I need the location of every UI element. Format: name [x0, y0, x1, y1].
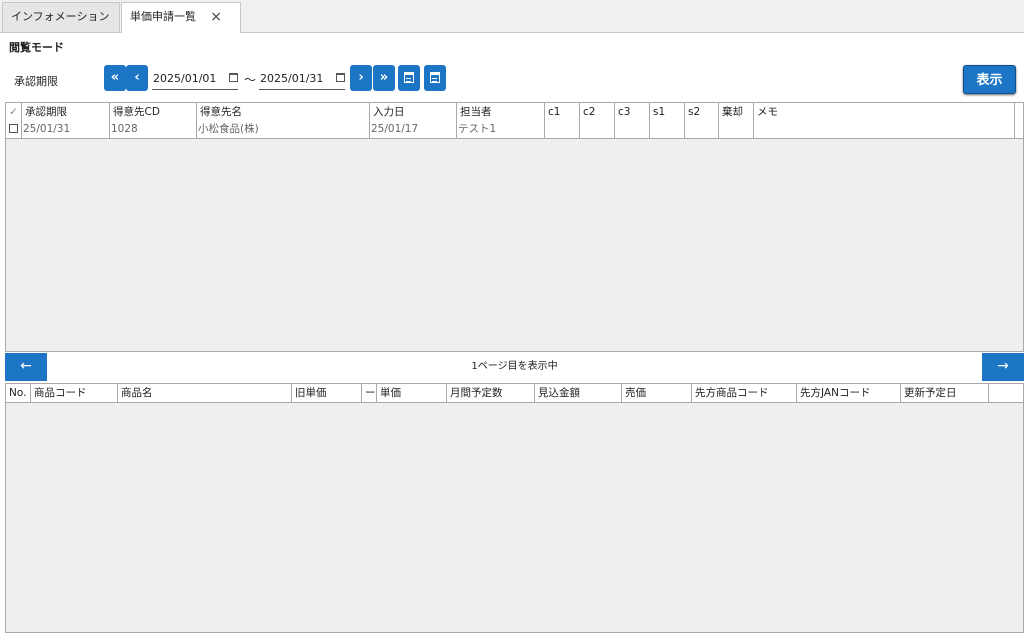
- col-partner-product-code[interactable]: 先方商品コード: [692, 384, 797, 402]
- last-period-button[interactable]: »: [373, 65, 395, 91]
- col-update-date[interactable]: 更新予定日: [901, 384, 989, 402]
- col-staff[interactable]: 担当者: [457, 103, 545, 121]
- to-date-value: 2025/01/31: [260, 72, 324, 85]
- col-c2[interactable]: c2: [580, 103, 615, 121]
- calendar-icon: [430, 72, 440, 83]
- tab-price-requests-label: 単価申請一覧: [130, 10, 196, 23]
- range-separator: ～: [244, 73, 257, 87]
- cell-input-date: 25/01/17: [370, 121, 457, 138]
- calendar-month-button[interactable]: [398, 65, 420, 91]
- page-status: 1ページ目を表示中: [471, 361, 558, 372]
- from-date-field[interactable]: 2025/01/01: [152, 72, 238, 90]
- cell-c3[interactable]: [615, 121, 650, 138]
- from-date-value: 2025/01/01: [153, 72, 217, 85]
- product-grid: No. 商品コード 商品名 旧単価 ー 単価 月間予定数 見込金額 売価 先方商…: [5, 383, 1024, 633]
- calendar-icon[interactable]: [229, 73, 238, 82]
- prev-page-button[interactable]: ←: [5, 353, 47, 381]
- cell-approval-deadline: 25/01/31: [22, 121, 110, 138]
- calendar-day-button[interactable]: [424, 65, 446, 91]
- col-s2[interactable]: s2: [685, 103, 719, 121]
- col-no[interactable]: No.: [6, 384, 31, 402]
- cell-memo[interactable]: [754, 121, 1015, 138]
- col-s1[interactable]: s1: [650, 103, 685, 121]
- col-c3[interactable]: c3: [615, 103, 650, 121]
- col-sell-price[interactable]: 売価: [622, 384, 692, 402]
- col-memo[interactable]: メモ: [754, 103, 1015, 121]
- col-dash[interactable]: ー: [362, 384, 377, 402]
- product-grid-header: No. 商品コード 商品名 旧単価 ー 単価 月間予定数 見込金額 売価 先方商…: [6, 384, 1023, 403]
- calendar-icon[interactable]: [336, 73, 345, 82]
- next-page-button[interactable]: →: [982, 353, 1024, 381]
- col-product-code[interactable]: 商品コード: [31, 384, 118, 402]
- table-row[interactable]: 25/01/31 1028 小松食品(株) 25/01/17 テスト1: [6, 121, 1023, 139]
- col-old-price[interactable]: 旧単価: [292, 384, 362, 402]
- pager: 1ページ目を表示中 ← →: [5, 353, 1024, 381]
- cell-s2[interactable]: [685, 121, 719, 138]
- col-approval-deadline[interactable]: 承認期限: [22, 103, 110, 121]
- next-period-button[interactable]: ›: [350, 65, 372, 91]
- col-c1[interactable]: c1: [545, 103, 580, 121]
- col-expected-amount[interactable]: 見込金額: [535, 384, 622, 402]
- col-customer-name[interactable]: 得意先名: [197, 103, 370, 121]
- col-customer-cd[interactable]: 得意先CD: [110, 103, 197, 121]
- approval-deadline-label: 承認期限: [14, 75, 58, 88]
- tab-information[interactable]: インフォメーション: [2, 2, 120, 32]
- display-button[interactable]: 表示: [963, 65, 1016, 94]
- cell-c2[interactable]: [580, 121, 615, 138]
- cell-reject[interactable]: [719, 121, 754, 138]
- col-reject[interactable]: 棄却: [719, 103, 754, 121]
- tab-information-label: インフォメーション: [11, 10, 110, 23]
- col-partner-jan-code[interactable]: 先方JANコード: [797, 384, 901, 402]
- prev-period-button[interactable]: ‹: [126, 65, 148, 91]
- cell-customer-cd: 1028: [110, 121, 197, 138]
- to-date-field[interactable]: 2025/01/31: [259, 72, 345, 90]
- request-grid-header: ✓ 承認期限 得意先CD 得意先名 入力日 担当者 c1 c2 c3 s1 s2…: [6, 103, 1023, 122]
- checkbox[interactable]: [9, 124, 18, 133]
- cell-s1[interactable]: [650, 121, 685, 138]
- col-product-name[interactable]: 商品名: [118, 384, 292, 402]
- request-grid: ✓ 承認期限 得意先CD 得意先名 入力日 担当者 c1 c2 c3 s1 s2…: [5, 102, 1024, 352]
- col-input-date[interactable]: 入力日: [370, 103, 457, 121]
- tab-price-requests[interactable]: 単価申請一覧 ×: [121, 2, 241, 33]
- calendar-icon: [404, 72, 414, 83]
- col-monthly-qty[interactable]: 月間予定数: [447, 384, 535, 402]
- first-period-button[interactable]: «: [104, 65, 126, 91]
- mode-label: 閲覧モード: [9, 41, 64, 54]
- cell-c1[interactable]: [545, 121, 580, 138]
- cell-staff: テスト1: [457, 121, 545, 138]
- cell-customer-name: 小松食品(株): [197, 121, 370, 138]
- row-select[interactable]: [6, 121, 22, 138]
- close-icon[interactable]: ×: [210, 3, 222, 31]
- select-column-header[interactable]: ✓: [6, 103, 22, 121]
- tab-bar: インフォメーション 単価申請一覧 ×: [0, 0, 1024, 33]
- col-unit-price[interactable]: 単価: [377, 384, 447, 402]
